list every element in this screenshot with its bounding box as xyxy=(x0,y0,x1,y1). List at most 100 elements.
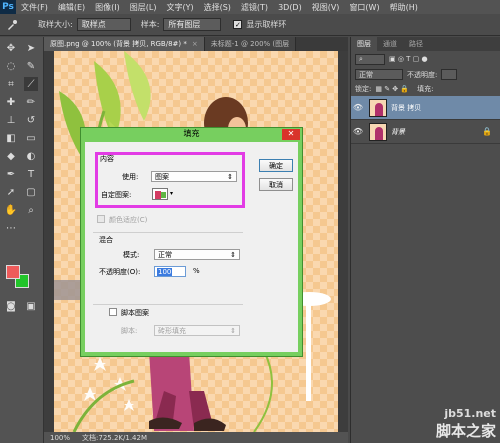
ok-button[interactable]: 确定 xyxy=(259,159,293,172)
menu-edit[interactable]: 编辑(E) xyxy=(53,2,90,13)
layer-row-background-copy[interactable]: 👁 背景 拷贝 xyxy=(351,96,500,120)
clone-stamp-icon[interactable]: ⊥ xyxy=(4,113,18,127)
foreground-color-swatch[interactable] xyxy=(6,265,20,279)
blend-mode-select[interactable]: 正常 xyxy=(355,69,403,80)
layer-name[interactable]: 背景 拷贝 xyxy=(391,103,421,113)
blur-tool-icon[interactable]: ◆ xyxy=(4,149,18,163)
eyedropper-tool-icon[interactable]: ⟋ xyxy=(24,77,38,91)
healing-brush-icon[interactable]: ✚ xyxy=(4,95,18,109)
show-ring-checkbox[interactable]: ✓ xyxy=(233,20,243,29)
quick-select-icon[interactable]: ✎ xyxy=(24,59,38,73)
opacity-input[interactable]: 100 xyxy=(154,266,186,277)
mode-select-value: 正常 xyxy=(158,250,172,259)
mode-select[interactable]: 正常 ⇕ xyxy=(154,249,240,260)
tab-channels[interactable]: 通道 xyxy=(377,37,403,51)
history-brush-icon[interactable]: ↺ xyxy=(24,113,38,127)
menu-filter[interactable]: 滤镜(T) xyxy=(236,2,273,13)
dodge-tool-icon[interactable]: ◐ xyxy=(24,149,38,163)
menu-type[interactable]: 文字(Y) xyxy=(161,2,198,13)
document-tabs: 原图.png @ 100% (背景 拷贝, RGB/8#) * × 未标题-1 … xyxy=(44,37,348,51)
watermark-name: 脚本之家 xyxy=(435,422,496,440)
extra-tool-icon[interactable]: ⋯ xyxy=(4,221,18,235)
select-arrows-icon: ⇕ xyxy=(230,326,236,335)
use-select[interactable]: 图案 ⇕ xyxy=(151,171,237,182)
menu-image[interactable]: 图像(I) xyxy=(90,2,125,13)
custom-pattern-label: 自定图案: xyxy=(101,191,132,199)
content-group-title: 内容 xyxy=(100,155,114,163)
filter-kind-select[interactable]: ⌕ xyxy=(355,53,385,65)
quick-mask-icon[interactable]: ◙ xyxy=(4,299,18,313)
move-arrow-icon[interactable]: ➤ xyxy=(24,41,38,55)
panel-opacity-field[interactable] xyxy=(441,69,458,80)
menu-window[interactable]: 窗口(W) xyxy=(344,2,384,13)
hand-tool-icon[interactable]: ✋ xyxy=(4,203,18,217)
layers-panel: 图层 通道 路径 ⌕ ▣ ◎ T ▢ ● 正常 不透明度: 锁定: ▦ ✎ ✥ … xyxy=(350,37,500,443)
eye-icon[interactable]: 👁 xyxy=(351,103,365,112)
tab-document-1[interactable]: 原图.png @ 100% (背景 拷贝, RGB/8#) * × xyxy=(44,37,205,51)
tab-document-2-label: 未标题-1 @ 200% (图层 xyxy=(210,40,290,48)
lock-icons[interactable]: ▦ ✎ ✥ 🔒 xyxy=(375,85,409,93)
menu-bar: Ps 文件(F) 编辑(E) 图像(I) 图层(L) 文字(Y) 选择(S) 滤… xyxy=(0,0,500,14)
script-pattern-label: 脚本图案 xyxy=(121,309,149,317)
lock-row: 锁定: ▦ ✎ ✥ 🔒 填充: xyxy=(351,82,500,96)
menu-help[interactable]: 帮助(H) xyxy=(385,2,423,13)
zoom-tool-icon[interactable]: ⌕ xyxy=(24,203,38,217)
layer-thumbnail xyxy=(369,98,387,117)
options-bar: 取样大小: 取样点 样本: 所有图层 ✓ 显示取样环 xyxy=(0,14,500,36)
color-adapt-label: 颜色适应(C) xyxy=(109,216,148,224)
type-tool-icon[interactable]: T xyxy=(24,167,38,181)
gradient-tool-icon[interactable]: ▭ xyxy=(24,131,38,145)
percent-label: % xyxy=(193,267,200,275)
marquee-tool-icon[interactable]: ◌ xyxy=(4,59,18,73)
select-arrows-icon: ⇕ xyxy=(230,250,236,259)
sample-select[interactable]: 所有图层 xyxy=(163,18,222,31)
pen-tool-icon[interactable]: ✒ xyxy=(4,167,18,181)
cancel-button[interactable]: 取消 xyxy=(259,178,293,191)
close-tab-icon[interactable]: × xyxy=(192,40,198,48)
filter-row: ⌕ ▣ ◎ T ▢ ● xyxy=(351,51,500,67)
use-select-value: 图案 xyxy=(155,172,169,181)
tab-layers[interactable]: 图层 xyxy=(351,37,377,51)
script-select[interactable]: 砖形填充 ⇕ xyxy=(154,325,240,336)
watermark-url: jb51.net xyxy=(444,407,496,420)
lock-label: 锁定: xyxy=(355,85,372,93)
menu-view[interactable]: 视图(V) xyxy=(307,2,345,13)
script-pattern-checkbox[interactable] xyxy=(109,308,117,316)
color-adapt-checkbox[interactable] xyxy=(97,215,105,223)
tab-document-2[interactable]: 未标题-1 @ 200% (图层 xyxy=(204,37,297,51)
document-info: 文档:725.2K/1.42M xyxy=(82,433,147,442)
eraser-tool-icon[interactable]: ◧ xyxy=(4,131,18,145)
pattern-picker[interactable] xyxy=(152,188,168,200)
photoshop-logo: Ps xyxy=(0,0,16,14)
layer-name[interactable]: 背景 xyxy=(391,127,405,137)
menu-file[interactable]: 文件(F) xyxy=(16,2,53,13)
layer-row-background[interactable]: 👁 背景 🔒 xyxy=(351,120,500,144)
layer-thumbnail xyxy=(369,122,387,141)
menu-layer[interactable]: 图层(L) xyxy=(125,2,162,13)
sample-size-select[interactable]: 取样点 xyxy=(76,18,131,31)
status-bar: 100% 文档:725.2K/1.42M xyxy=(44,432,348,443)
move-tool-icon[interactable]: ✥ xyxy=(4,41,18,55)
brush-tool-icon[interactable]: ✏ xyxy=(24,95,38,109)
blend-divider xyxy=(93,232,243,233)
select-arrows-icon: ⇕ xyxy=(227,172,233,181)
screen-mode-icon[interactable]: ▣ xyxy=(24,299,38,313)
tab-paths[interactable]: 路径 xyxy=(403,37,429,51)
shape-tool-icon[interactable]: ▢ xyxy=(24,185,38,199)
path-select-icon[interactable]: ➚ xyxy=(4,185,18,199)
filter-icons: ▣ ◎ T ▢ ● xyxy=(389,55,428,63)
sample-label: 样本: xyxy=(140,20,160,29)
dialog-title: 填充 xyxy=(183,129,200,138)
eyedropper-icon[interactable] xyxy=(6,18,20,32)
chevron-down-icon[interactable]: ▾ xyxy=(170,190,173,197)
eye-icon[interactable]: 👁 xyxy=(351,127,365,136)
zoom-level[interactable]: 100% xyxy=(50,434,70,442)
menu-select[interactable]: 选择(S) xyxy=(199,2,236,13)
menu-3d[interactable]: 3D(D) xyxy=(273,3,307,12)
close-icon[interactable]: ✕ xyxy=(282,129,300,140)
tab-document-1-label: 原图.png @ 100% (背景 拷贝, RGB/8#) * xyxy=(50,40,187,48)
crop-tool-icon[interactable]: ⌗ xyxy=(4,77,18,91)
show-ring-label: 显示取样环 xyxy=(246,20,287,29)
sample-size-label: 取样大小: xyxy=(38,20,73,29)
blend-group-title: 混合 xyxy=(99,236,113,244)
